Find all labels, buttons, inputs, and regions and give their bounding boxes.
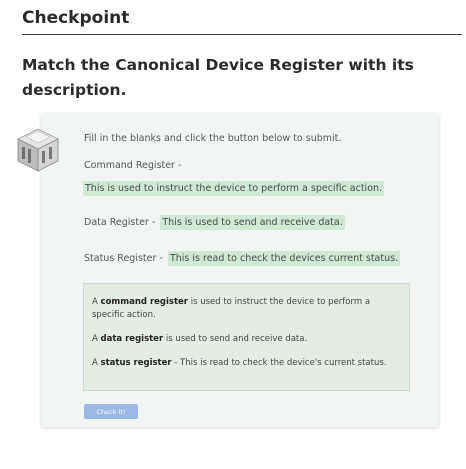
summary-item: A status register - This is read to chec… — [92, 358, 387, 368]
command-register-answer[interactable]: This is used to instruct the device to p… — [83, 181, 385, 196]
question-title: Match the Canonical Device Register with… — [22, 56, 414, 99]
check-it-button[interactable]: Check It! — [84, 404, 138, 419]
summary-term: data register — [100, 334, 164, 344]
data-register-answer[interactable]: This is used to send and receive data. — [160, 215, 345, 230]
summary-item: A command register is used to instruct t… — [92, 297, 371, 320]
instructions-text: Fill in the blanks and click the button … — [84, 133, 342, 144]
status-register-label: Status Register - — [84, 253, 163, 264]
summary-term: status register — [100, 358, 172, 368]
summary-item: A data register is used to send and rece… — [92, 334, 308, 344]
checkpoint-title: Checkpoint — [22, 8, 130, 28]
summary-panel: A command register is used to instruct t… — [83, 283, 410, 391]
command-register-label: Command Register - — [84, 160, 182, 171]
checkpoint-divider — [22, 34, 462, 35]
data-register-label: Data Register - — [84, 217, 156, 228]
status-register-answer[interactable]: This is read to check the devices curren… — [167, 251, 401, 266]
summary-term: command register — [100, 297, 188, 307]
device-register-icon — [17, 128, 59, 172]
